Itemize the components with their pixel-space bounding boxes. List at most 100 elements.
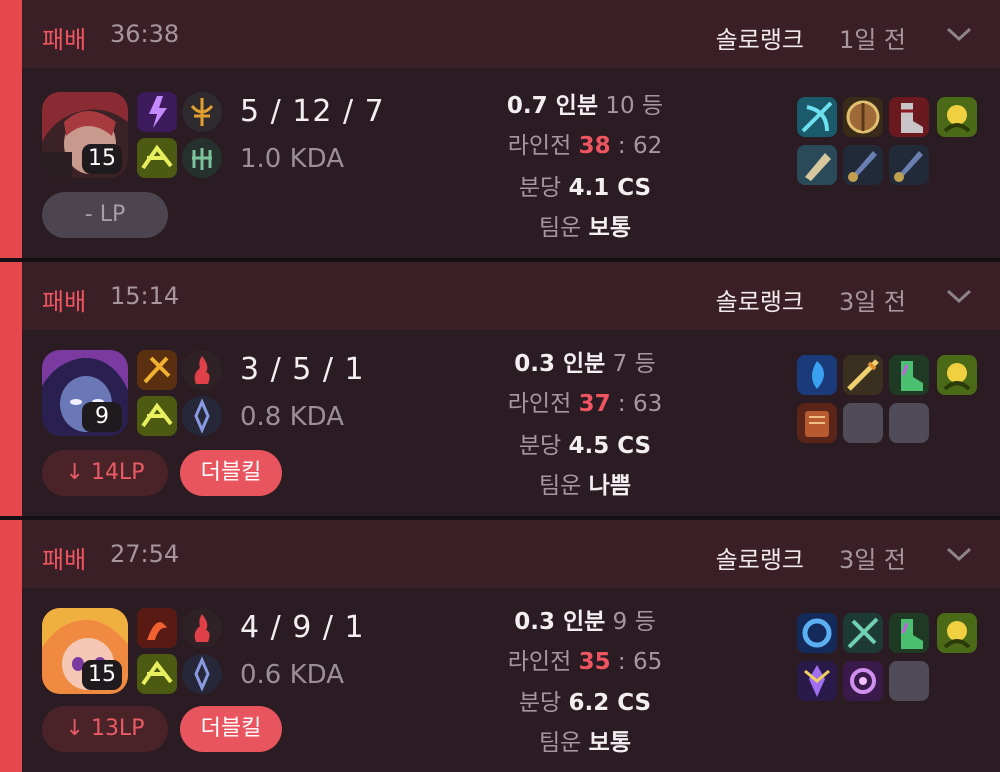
item-icon[interactable] [797, 355, 837, 395]
empty-item-slot[interactable] [843, 403, 883, 443]
rune-dark-harvest-icon[interactable] [137, 608, 177, 648]
team-luck-value: 나쁨 [588, 473, 631, 499]
spell-ghost-icon[interactable] [137, 396, 177, 436]
empty-item-slot[interactable] [889, 661, 929, 701]
match-result: 패배 [42, 288, 87, 316]
rune-tree-sorcery-icon[interactable] [182, 396, 222, 436]
match-card-3[interactable]: 패배 27:54 솔로랭크 3일 전 15 4 / 9 / 1 0.6 KDA … [0, 520, 1000, 772]
queue-type: 솔로랭크 [715, 26, 804, 54]
lane-score-theirs: 65 [632, 649, 663, 675]
item-icon[interactable] [797, 661, 837, 701]
lane-label: 라인전 [507, 391, 572, 417]
time-ago: 3일 전 [838, 288, 906, 316]
match-duration: 15:14 [110, 282, 180, 310]
kda-score: 3 / 5 / 1 [240, 352, 365, 387]
team-luck-label: 팀운 [539, 215, 582, 241]
kda-ratio: 0.6 KDA [240, 660, 345, 690]
champion-portrait[interactable]: 15 [42, 92, 128, 178]
cs-line: 분당 6.2 CS [420, 683, 750, 717]
champion-level: 15 [82, 660, 122, 690]
empty-item-slot[interactable] [889, 403, 929, 443]
champion-level: 15 [82, 144, 122, 174]
kda-score: 4 / 9 / 1 [240, 610, 365, 645]
item-icon[interactable] [843, 97, 883, 137]
lane-label: 라인전 [507, 649, 572, 675]
rune-electrocute-icon[interactable] [137, 92, 177, 132]
item-icon[interactable] [889, 355, 929, 395]
lane-score-mine: 35 [578, 649, 611, 675]
item-icon[interactable] [937, 355, 977, 395]
queue-type: 솔로랭크 [715, 288, 804, 316]
cs-value: 4.1 CS [568, 175, 652, 201]
item-icon[interactable] [843, 145, 883, 185]
cs-line: 분당 4.5 CS [420, 426, 750, 460]
match-header[interactable]: 패배 36:38 솔로랭크 1일 전 [22, 0, 1000, 68]
team-luck-label: 팀운 [539, 473, 582, 499]
performance-value: 0.7 인분 [506, 93, 598, 119]
lane-score-mine: 37 [578, 391, 611, 417]
kda-ratio: 1.0 KDA [240, 144, 345, 174]
team-luck-line: 팀운 나쁨 [420, 466, 750, 500]
spell-ignite-icon[interactable] [182, 608, 222, 648]
chevron-down-icon[interactable] [944, 22, 974, 46]
item-icon[interactable] [889, 145, 929, 185]
multikill-badge: 더블킬 [180, 450, 282, 496]
item-icon[interactable] [797, 403, 837, 443]
match-duration: 27:54 [110, 540, 180, 568]
performance-line: 0.7 인분 10 등 [420, 86, 750, 120]
item-icon[interactable] [797, 613, 837, 653]
time-ago: 3일 전 [838, 546, 906, 574]
team-luck-value: 보통 [588, 730, 631, 756]
chevron-down-icon[interactable] [944, 542, 974, 566]
lane-score-theirs: 62 [632, 133, 663, 159]
time-ago: 1일 전 [838, 26, 906, 54]
lane-score-separator: : [610, 649, 633, 675]
spell-ghost-icon[interactable] [137, 654, 177, 694]
spell-ghost-icon[interactable] [137, 138, 177, 178]
spell-ignite-icon[interactable] [182, 350, 222, 390]
item-icon[interactable] [843, 661, 883, 701]
rune-tree-domination-icon[interactable] [182, 92, 222, 132]
team-luck-line: 팀운 보통 [420, 723, 750, 757]
match-header[interactable]: 패배 15:14 솔로랭크 3일 전 [22, 262, 1000, 330]
performance-line: 0.3 인분 9 등 [420, 602, 750, 636]
lane-score-separator: : [610, 133, 633, 159]
match-card-1[interactable]: 패배 36:38 솔로랭크 1일 전 15 5 / 12 / 7 1.0 KDA… [0, 0, 1000, 258]
kda-ratio: 0.8 KDA [240, 402, 345, 432]
champion-portrait[interactable]: 15 [42, 608, 128, 694]
performance-rank: 9 등 [612, 609, 656, 635]
team-luck-value: 보통 [588, 215, 631, 241]
champion-level: 9 [82, 402, 122, 432]
performance-rank: 7 등 [612, 351, 656, 377]
lane-line: 라인전 37 : 63 [420, 384, 750, 418]
queue-type: 솔로랭크 [715, 546, 804, 574]
team-luck-label: 팀운 [539, 730, 582, 756]
lane-score-mine: 38 [578, 133, 611, 159]
cs-value: 4.5 CS [568, 433, 652, 459]
cs-line: 분당 4.1 CS [420, 168, 750, 202]
item-icon[interactable] [843, 613, 883, 653]
performance-value: 0.3 인분 [514, 609, 606, 635]
lane-label: 라인전 [507, 133, 572, 159]
match-header[interactable]: 패배 27:54 솔로랭크 3일 전 [22, 520, 1000, 588]
cs-value: 6.2 CS [568, 690, 652, 716]
item-icon[interactable] [889, 613, 929, 653]
lane-score-theirs: 63 [632, 391, 663, 417]
item-icon[interactable] [889, 97, 929, 137]
champion-portrait[interactable]: 9 [42, 350, 128, 436]
match-card-2[interactable]: 패배 15:14 솔로랭크 3일 전 9 3 / 5 / 1 0.8 KDA ↓… [0, 262, 1000, 516]
performance-rank: 10 등 [605, 93, 664, 119]
team-luck-line: 팀운 보통 [420, 208, 750, 242]
rune-conqueror-icon[interactable] [137, 350, 177, 390]
match-result: 패배 [42, 546, 87, 574]
item-icon[interactable] [937, 97, 977, 137]
item-icon[interactable] [797, 97, 837, 137]
item-icon[interactable] [797, 145, 837, 185]
item-icon[interactable] [937, 613, 977, 653]
item-icon[interactable] [843, 355, 883, 395]
performance-value: 0.3 인분 [514, 351, 606, 377]
rune-tree-sorcery-icon[interactable] [182, 654, 222, 694]
cs-label: 분당 [518, 175, 562, 201]
chevron-down-icon[interactable] [944, 284, 974, 308]
rune-tree-resolve-icon[interactable] [182, 138, 222, 178]
